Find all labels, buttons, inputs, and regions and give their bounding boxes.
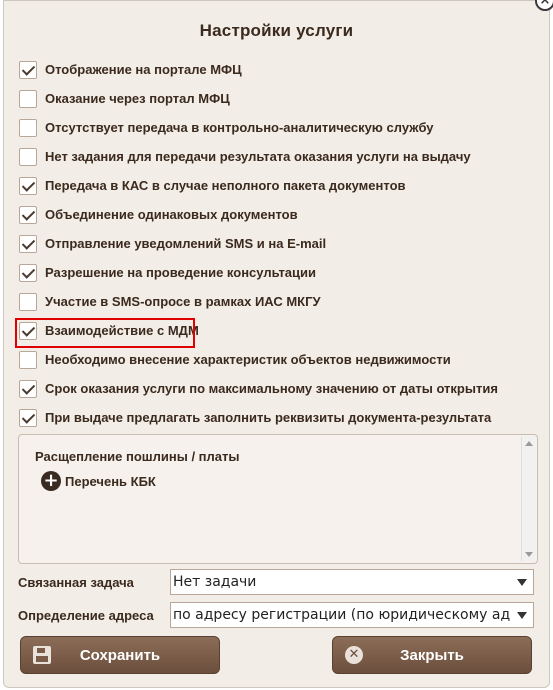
plus-circle-icon[interactable]: +: [41, 471, 61, 491]
close-circle-icon: ✕: [345, 646, 363, 664]
checkbox[interactable]: [19, 292, 37, 311]
options-list: Отображение на портале МФЦ Оказание чере…: [15, 55, 537, 432]
option-mdm-interaction[interactable]: Взаимодействие с МДМ: [15, 316, 537, 348]
checkbox[interactable]: [19, 60, 37, 79]
option-label: Отправление уведомлений SMS и на E-mail: [45, 236, 327, 251]
address-select[interactable]: по адресу регистрации (по юридическому а…: [170, 602, 534, 628]
dropdown-arrow-icon[interactable]: [517, 579, 527, 586]
option-label: Отображение на портале МФЦ: [45, 62, 242, 77]
option-sms-email[interactable]: Отправление уведомлений SMS и на E-mail: [17, 229, 537, 258]
option-label: Разрешение на проведение консультации: [45, 265, 317, 280]
checkbox[interactable]: [19, 89, 37, 108]
option-label: Оказание через портал МФЦ: [45, 91, 230, 106]
kbk-list-link[interactable]: + Перечень КБК: [41, 471, 156, 491]
save-button[interactable]: Сохранить: [20, 636, 220, 674]
address-row: Определение адреса по адресу регистрации…: [18, 602, 538, 628]
close-button-label: Закрыть: [400, 646, 464, 664]
save-button-label: Сохранить: [79, 646, 161, 664]
checkbox[interactable]: [19, 408, 37, 427]
panel-scrollbar[interactable]: [521, 437, 535, 561]
checkbox[interactable]: [19, 147, 37, 166]
option-label: Необходимо внесение характеристик объект…: [45, 352, 451, 367]
fee-split-title: Расщепление пошлины / платы: [35, 449, 240, 464]
scroll-up-icon[interactable]: [525, 441, 533, 446]
checkbox[interactable]: [19, 263, 37, 282]
option-result-details[interactable]: При выдаче предлагать заполнить реквизит…: [17, 403, 537, 432]
fee-split-panel: Расщепление пошлины / платы + Перечень К…: [18, 434, 538, 564]
related-task-value: Нет задачи: [173, 574, 257, 590]
option-label: Срок оказания услуги по максимальному зн…: [45, 381, 498, 396]
scroll-down-icon[interactable]: [525, 552, 533, 557]
option-max-term[interactable]: Срок оказания услуги по максимальному зн…: [17, 374, 537, 403]
checkbox[interactable]: [19, 379, 37, 398]
address-value: по адресу регистрации (по юридическому а…: [173, 607, 534, 623]
option-label: Участие в SMS-опросе в рамках ИАС МКГУ: [45, 294, 321, 309]
option-sms-survey[interactable]: Участие в SMS-опросе в рамках ИАС МКГУ: [17, 287, 537, 316]
related-task-label: Связанная задача: [18, 574, 134, 590]
option-label: Нет задания для передачи результата оказ…: [45, 149, 471, 164]
service-settings-dialog: × Настройки услуги Отображение на портал…: [3, 0, 553, 688]
option-kas-incomplete[interactable]: Передача в КАС в случае неполного пакета…: [17, 171, 537, 200]
checkbox[interactable]: [19, 205, 37, 224]
close-button[interactable]: ✕ Закрыть: [332, 636, 532, 674]
option-label: Взаимодействие с МДМ: [45, 323, 199, 338]
option-merge-documents[interactable]: Объединение одинаковых документов: [17, 200, 537, 229]
address-label: Определение адреса: [18, 607, 154, 623]
option-no-result-task[interactable]: Нет задания для передачи результата оказ…: [17, 142, 537, 171]
option-label: Объединение одинаковых документов: [45, 207, 298, 222]
close-icon[interactable]: ×: [535, 0, 553, 11]
checkbox[interactable]: [19, 234, 37, 253]
checkbox[interactable]: [19, 350, 37, 369]
option-consultation[interactable]: Разрешение на проведение консультации: [17, 258, 537, 287]
kbk-label[interactable]: Перечень КБК: [65, 474, 156, 489]
dialog-title: Настройки услуги: [199, 21, 354, 40]
floppy-disk-icon: [33, 646, 51, 664]
option-no-kas-transfer[interactable]: Отсутствует передача в контрольно-аналит…: [17, 113, 537, 142]
checkbox[interactable]: [19, 176, 37, 195]
option-label: При выдаче предлагать заполнить реквизит…: [45, 410, 492, 425]
option-label: Передача в КАС в случае неполного пакета…: [45, 178, 406, 193]
option-portal-service[interactable]: Оказание через портал МФЦ: [17, 84, 537, 113]
dropdown-arrow-icon[interactable]: [517, 612, 527, 619]
related-task-row: Связанная задача Нет задачи: [18, 569, 538, 595]
related-task-select[interactable]: Нет задачи: [170, 569, 534, 595]
option-real-estate[interactable]: Необходимо внесение характеристик объект…: [17, 345, 537, 374]
option-label: Отсутствует передача в контрольно-аналит…: [45, 120, 434, 135]
option-portal-display[interactable]: Отображение на портале МФЦ: [17, 55, 537, 84]
checkbox[interactable]: [19, 321, 37, 340]
checkbox[interactable]: [19, 118, 37, 137]
